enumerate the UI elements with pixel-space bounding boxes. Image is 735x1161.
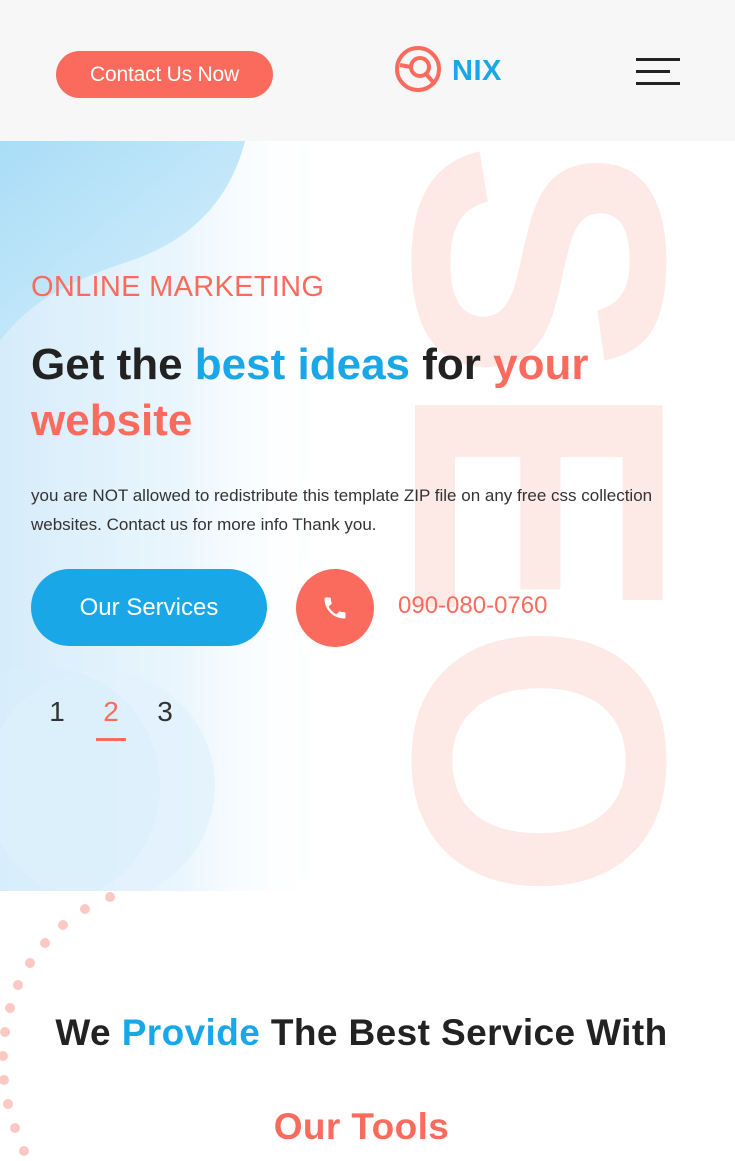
hero-section: SEO ONLINE MARKETING Get the best ideas … — [0, 141, 735, 891]
slide-page-2-active[interactable]: 2 — [96, 696, 126, 741]
slide-page-3[interactable]: 3 — [150, 696, 180, 741]
hero-description: you are NOT allowed to redistribute this… — [31, 486, 653, 534]
hero-eyebrow: ONLINE MARKETING — [31, 271, 325, 303]
headline-highlight-best-ideas: best ideas — [194, 340, 411, 389]
phone-number-link[interactable]: 090-080-0760 — [398, 592, 547, 620]
target-logo-icon — [394, 43, 446, 100]
phone-icon — [324, 597, 346, 619]
section-title-part2: The Best Service With — [260, 1012, 668, 1053]
brand-name: NIX — [452, 54, 502, 87]
brand-logo[interactable]: NIX — [394, 45, 502, 97]
slide-page-1[interactable]: 1 — [42, 696, 72, 741]
hamburger-menu-icon — [636, 58, 680, 85]
our-services-button[interactable]: Our Services — [31, 569, 267, 646]
contact-us-button[interactable]: Contact Us Now — [56, 51, 273, 98]
slider-pagination: 1 2 3 — [42, 696, 204, 741]
section-title: We Provide The Best Service With — [0, 1012, 723, 1054]
hero-headline: Get the best ideas for your website — [31, 337, 711, 449]
phone-call-button[interactable] — [296, 569, 374, 647]
section-subtitle: Our Tools — [273, 1106, 450, 1147]
menu-button[interactable] — [636, 56, 680, 86]
site-header: Contact Us Now NIX — [0, 0, 735, 141]
section-title-highlight: Provide — [121, 1012, 261, 1053]
headline-part1: Get the — [31, 340, 195, 389]
section-title-part1: We — [55, 1012, 122, 1053]
headline-part2: for — [410, 340, 494, 389]
